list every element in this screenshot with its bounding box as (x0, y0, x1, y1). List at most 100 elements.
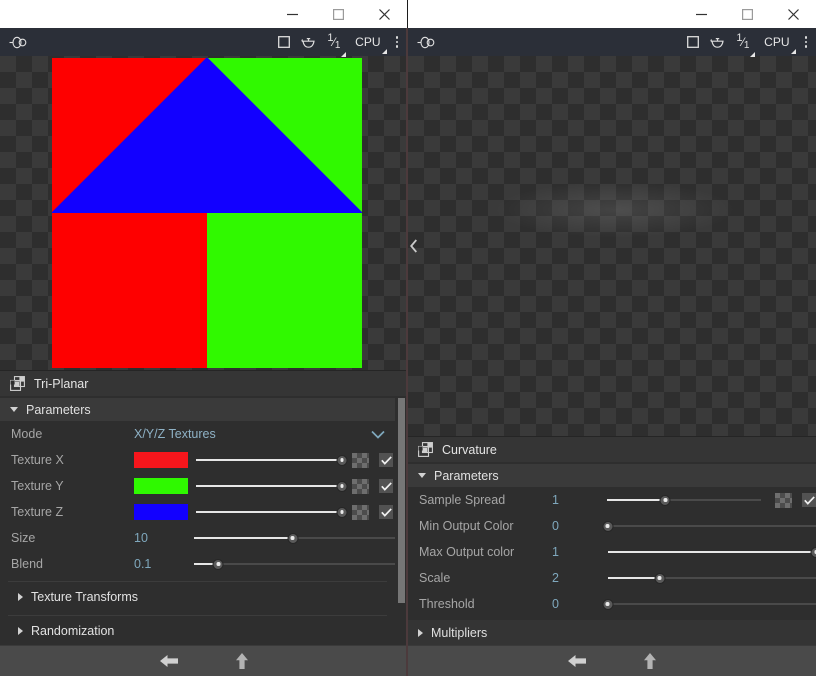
sample-spread-checkbox[interactable] (802, 493, 816, 507)
group-header-parameters[interactable]: Parameters (0, 398, 395, 421)
row-max-output-color: Max Output color 1 (408, 539, 816, 565)
zoom-ratio-left[interactable]: 1⁄1 (327, 32, 347, 57)
texture-z-thumbnail[interactable] (352, 504, 369, 520)
row-label: Min Output Color (419, 519, 514, 533)
panel-scrollbar-left[interactable] (398, 398, 405, 643)
engine-label: CPU (355, 35, 381, 49)
scale-value[interactable]: 2 (552, 571, 606, 585)
engine-selector-right[interactable]: CPU (764, 35, 796, 54)
pane-divider[interactable] (406, 28, 408, 676)
bottom-bar-left (0, 645, 407, 676)
maximize-button[interactable] (724, 0, 770, 28)
sample-spread-value[interactable]: 1 (552, 493, 605, 507)
panel-scroll-left: Parameters Mode X/Y/Z Textures Texture X… (0, 398, 407, 645)
row-size: Size 10 (0, 525, 395, 551)
engine-label: CPU (764, 35, 790, 49)
panel-header-right: Curvature (408, 436, 816, 462)
square-outline-icon[interactable] (687, 36, 700, 48)
texture-y-thumbnail[interactable] (352, 478, 369, 494)
close-button[interactable] (770, 0, 816, 28)
property-panel-right: Curvature Parameters Sample Spread 1 Min… (408, 436, 816, 645)
visibility-pin-icon[interactable] (417, 36, 436, 49)
threshold-value[interactable]: 0 (552, 597, 606, 611)
row-label: Sample Spread (419, 493, 506, 507)
minimize-button[interactable] (678, 0, 724, 28)
back-arrow-icon[interactable] (159, 654, 179, 668)
row-min-output-color: Min Output Color 0 (408, 513, 816, 539)
visibility-pin-icon[interactable] (9, 36, 28, 49)
sample-spread-slider[interactable] (606, 492, 761, 508)
minimize-button[interactable] (269, 0, 315, 28)
min-output-color-slider[interactable] (602, 518, 816, 534)
group-header-texture-transforms[interactable]: Texture Transforms (8, 581, 387, 611)
size-value[interactable]: 10 (134, 531, 186, 545)
window-titlebar-right (408, 0, 816, 28)
texture-x-thumbnail[interactable] (352, 452, 369, 468)
zoom-numerator: 1 (736, 32, 743, 44)
more-vertical-icon[interactable] (804, 36, 807, 48)
max-output-color-slider[interactable] (607, 544, 816, 560)
group-header-randomization[interactable]: Randomization (8, 615, 387, 645)
bottom-bar-right (408, 645, 816, 676)
close-button[interactable] (361, 0, 407, 28)
texture-y-checkbox[interactable] (379, 479, 393, 493)
row-label: Mode (11, 427, 43, 441)
row-label: Texture Z (11, 505, 64, 519)
texture-x-checkbox[interactable] (379, 453, 393, 467)
engine-dropdown-corner-icon[interactable] (790, 49, 796, 54)
zoom-dropdown-corner-icon[interactable] (341, 52, 347, 57)
min-output-color-value[interactable]: 0 (552, 519, 606, 533)
square-outline-icon[interactable] (278, 36, 291, 48)
curvature-render (460, 58, 770, 368)
row-texture-x: Texture X (0, 447, 395, 473)
window-titlebar-left (0, 0, 407, 28)
viewport-canvas-right[interactable] (408, 56, 816, 436)
pane-right: 1⁄1 CPU Curvature Parameters Sample Spre… (408, 0, 816, 676)
panel-title: Tri-Planar (34, 376, 89, 391)
teapot-icon[interactable] (301, 36, 316, 49)
zoom-dropdown-corner-icon[interactable] (750, 52, 756, 57)
teapot-icon[interactable] (710, 36, 725, 49)
row-sample-spread: Sample Spread 1 (408, 487, 816, 513)
blend-value[interactable]: 0.1 (134, 557, 186, 571)
group-header-parameters[interactable]: Parameters (408, 464, 816, 487)
texture-z-checkbox[interactable] (379, 505, 393, 519)
texture-z-color-swatch[interactable] (134, 504, 188, 520)
row-label: Texture X (11, 453, 64, 467)
viewport-canvas-left[interactable] (0, 56, 407, 370)
sample-spread-thumbnail[interactable] (775, 492, 792, 508)
zoom-numerator: 1 (327, 32, 334, 44)
texture-y-slider[interactable] (196, 478, 348, 494)
maximize-button[interactable] (315, 0, 361, 28)
chevron-right-icon (418, 628, 423, 637)
panel-header-left: Tri-Planar (0, 370, 407, 396)
row-texture-y: Texture Y (0, 473, 395, 499)
row-label: Blend (11, 557, 43, 571)
up-arrow-icon[interactable] (235, 652, 249, 670)
texture-x-slider[interactable] (196, 452, 348, 468)
tri-planar-render (52, 58, 362, 368)
chevron-right-icon (18, 626, 23, 635)
viewport-toolbar-right: 1⁄1 CPU (408, 28, 816, 57)
engine-dropdown-corner-icon[interactable] (381, 49, 387, 54)
size-slider[interactable] (194, 530, 395, 546)
threshold-slider[interactable] (602, 596, 816, 612)
node-layers-icon (10, 376, 25, 391)
back-arrow-icon[interactable] (567, 654, 587, 668)
group-header-multipliers[interactable]: Multipliers (408, 620, 816, 645)
row-texture-z: Texture Z (0, 499, 395, 525)
texture-x-color-swatch[interactable] (134, 452, 188, 468)
texture-z-slider[interactable] (196, 504, 348, 520)
up-arrow-icon[interactable] (643, 652, 657, 670)
blend-slider[interactable] (194, 556, 395, 572)
panel-collapse-handle[interactable] (408, 233, 419, 259)
max-output-color-value[interactable]: 1 (552, 545, 606, 559)
zoom-ratio-right[interactable]: 1⁄1 (736, 32, 756, 57)
scale-slider[interactable] (607, 570, 816, 586)
pane-left: 1⁄1 CPU Tri-Planar Parameters Mode X/Y/Z… (0, 0, 408, 676)
mode-dropdown[interactable]: X/Y/Z Textures (134, 427, 395, 441)
group-label: Texture Transforms (31, 589, 138, 604)
more-vertical-icon[interactable] (395, 36, 398, 48)
texture-y-color-swatch[interactable] (134, 478, 188, 494)
engine-selector-left[interactable]: CPU (355, 35, 387, 54)
